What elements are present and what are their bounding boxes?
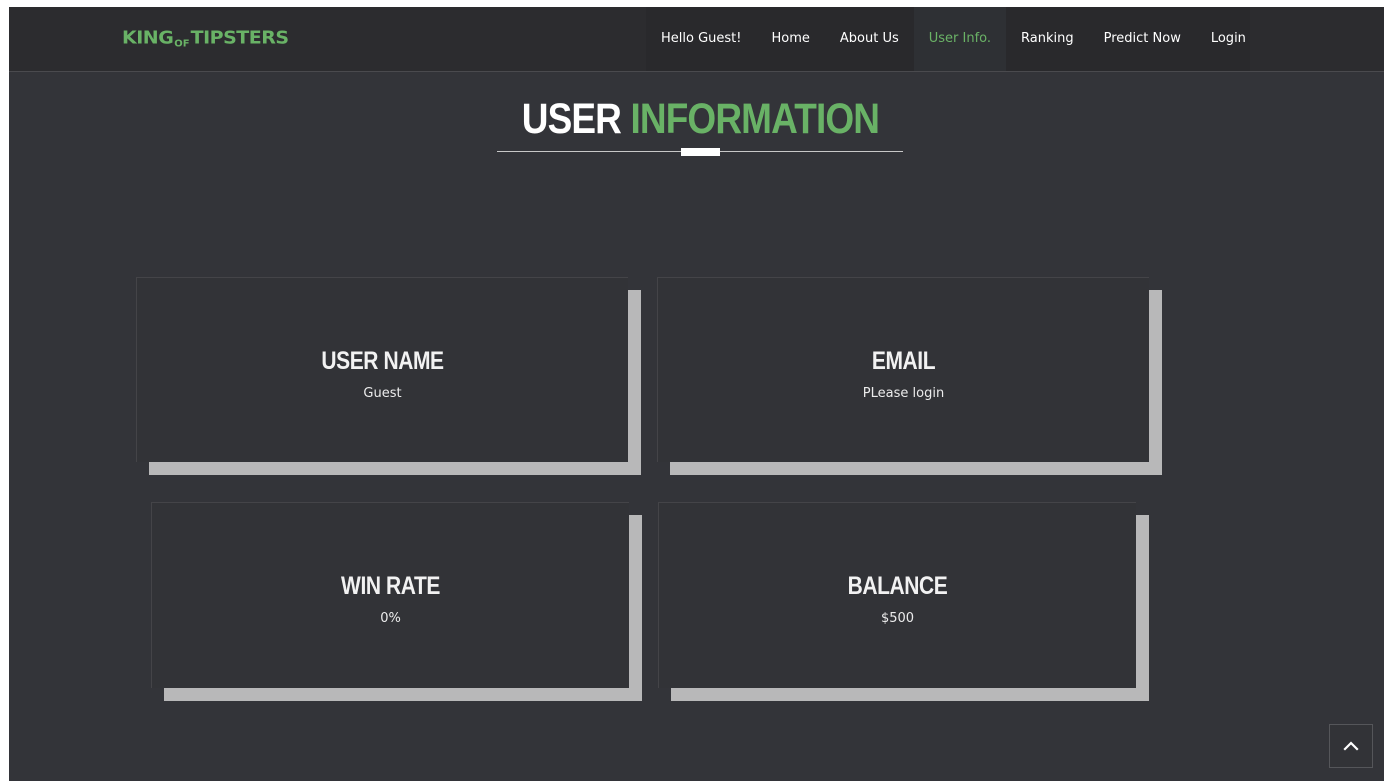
- nav-greeting[interactable]: Hello Guest!: [646, 7, 756, 71]
- card-win-rate-value: 0%: [380, 611, 401, 626]
- chevron-up-icon: [1343, 741, 1359, 751]
- top-navbar: KINGOFTIPSTERS Hello Guest! Home About U…: [9, 7, 1384, 72]
- logo-text-of: OF: [174, 38, 190, 50]
- nav-login[interactable]: Login: [1196, 7, 1261, 71]
- logo-text-tipsters: TIPSTERS: [190, 27, 289, 49]
- card-email-value: PLease login: [862, 386, 945, 401]
- card-win-rate: WIN RATE 0%: [151, 502, 629, 688]
- nav-about-us[interactable]: About Us: [825, 7, 914, 71]
- card-email-label: EMAIL: [871, 347, 936, 375]
- nav-predict-now[interactable]: Predict Now: [1089, 7, 1196, 71]
- logo-text-king: KING: [122, 27, 174, 49]
- card-email: EMAIL PLease login: [657, 277, 1149, 462]
- site-logo[interactable]: KINGOFTIPSTERS: [122, 27, 289, 50]
- title-divider-accent: [681, 148, 720, 156]
- nav-ranking[interactable]: Ranking: [1006, 7, 1089, 71]
- card-user-name: USER NAME Guest: [136, 277, 628, 462]
- page-title-accent: INFORMATION: [630, 95, 880, 143]
- page-title-white: USER: [521, 95, 622, 143]
- nav-user-info[interactable]: User Info.: [913, 7, 1007, 71]
- scroll-to-top-button[interactable]: [1329, 724, 1373, 768]
- card-win-rate-label: WIN RATE: [341, 572, 440, 600]
- card-balance-value: $500: [880, 611, 915, 626]
- card-user-name-label: USER NAME: [321, 347, 444, 375]
- card-balance-label: BALANCE: [847, 572, 948, 600]
- page-title: USER INFORMATION: [106, 93, 1295, 145]
- page-frame: KINGOFTIPSTERS Hello Guest! Home About U…: [9, 7, 1384, 781]
- nav-home[interactable]: Home: [756, 7, 824, 71]
- card-balance: BALANCE $500: [658, 502, 1136, 688]
- card-user-name-value: Guest: [363, 386, 402, 401]
- main-nav: Hello Guest! Home About Us User Info. Ra…: [646, 7, 1250, 71]
